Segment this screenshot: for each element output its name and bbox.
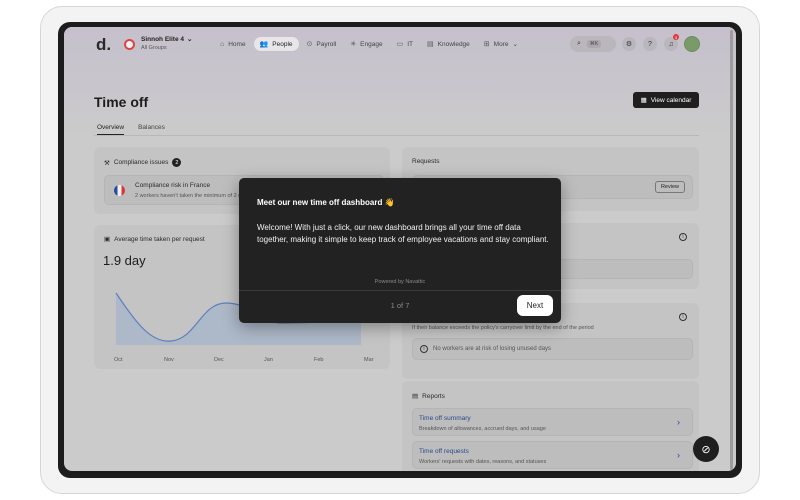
assistant-button[interactable]: ⊘ <box>693 436 719 462</box>
nav-item-people[interactable]: 👥 People <box>253 37 299 51</box>
nav-label: Payroll <box>316 40 337 48</box>
tour-step-indicator: 1 of 7 <box>390 301 410 310</box>
average-time-value: 1.9 day <box>103 253 146 268</box>
nav-item-engage[interactable]: ✳ Engage <box>344 37 388 51</box>
org-avatar <box>124 38 135 50</box>
tour-powered-by[interactable]: Powered by Navattic <box>239 279 561 285</box>
nav-label: IT <box>407 40 413 48</box>
risk-description: If their balance exceeds the policy's ca… <box>412 325 594 331</box>
next-button[interactable]: Next <box>517 295 553 316</box>
chevron-down-icon: ⌄ <box>186 36 193 43</box>
chart-tick-label: Feb <box>314 357 324 363</box>
report-title: Time off requests <box>419 448 469 455</box>
compliance-title: Compliance issues <box>113 159 169 166</box>
search-button[interactable]: ⌕ ⌘K <box>570 36 616 52</box>
report-item-requests[interactable]: Time off requests Workers' requests with… <box>412 441 693 469</box>
gavel-icon: ⚒ <box>104 159 110 167</box>
average-time-title: Average time taken per request <box>114 235 205 243</box>
info-icon[interactable]: i <box>679 313 687 321</box>
home-icon: ⌂ <box>220 40 225 48</box>
top-navigation: d. Sinnoh Elite 4 ⌄ All Groups ⌂ Home 👥 Peop… <box>64 27 736 63</box>
reports-title: Reports <box>422 392 445 400</box>
risk-empty-text: No workers are at risk of losing unused … <box>433 346 552 352</box>
org-name: Sinnoh Elite 4 <box>141 36 184 43</box>
gear-icon: ⚙ <box>625 41 633 48</box>
france-flag-icon <box>114 185 125 196</box>
page-tabs: Overview Balances <box>97 124 165 135</box>
nav-item-payroll[interactable]: ⊙ Payroll <box>301 37 343 51</box>
requests-title: Requests <box>412 158 440 165</box>
report-sub: Workers' requests with dates, reasons, a… <box>419 459 547 465</box>
nav-item-it[interactable]: ▭ IT <box>391 37 419 51</box>
review-button[interactable]: Review <box>654 181 685 193</box>
view-calendar-button[interactable]: ▦ View calendar <box>633 92 699 108</box>
report-sub: Breakdown of allowances, accrued days, a… <box>419 426 546 432</box>
payroll-icon: ⊙ <box>306 41 313 48</box>
settings-button[interactable]: ⚙ <box>622 37 636 51</box>
nav-item-knowledge[interactable]: ▤ Knowledge <box>421 37 476 51</box>
notification-count: 3 <box>673 34 679 40</box>
tab-overview[interactable]: Overview <box>97 124 125 135</box>
laptop-icon: ▭ <box>396 41 404 48</box>
compliance-count: 2 <box>172 158 182 167</box>
nav-label: People <box>272 40 293 48</box>
compliance-item-title: Compliance risk in France <box>135 182 211 189</box>
grid-icon: ⊞ <box>483 41 490 48</box>
help-button[interactable]: ? <box>643 37 657 51</box>
notifications-button[interactable]: ♫ 3 <box>664 34 679 51</box>
report-title: Time off summary <box>419 415 471 422</box>
reports-icon: ▤ <box>412 393 419 400</box>
tour-title: Meet our new time off dashboard 👋 <box>257 198 395 207</box>
tab-balances[interactable]: Balances <box>138 124 165 135</box>
user-avatar[interactable] <box>684 36 700 52</box>
chart-tick-label: Dec <box>214 357 224 363</box>
reports-card: ▤ Reports Time off summary Breakdown of … <box>402 381 699 471</box>
chart-tick-label: Oct <box>114 357 123 363</box>
tour-body: Welcome! With just a click, our new dash… <box>257 223 549 244</box>
calendar-icon: ▦ <box>640 97 647 104</box>
tour-divider <box>239 290 561 291</box>
assistant-icon: ⊘ <box>701 443 711 456</box>
org-sub: All Groups <box>141 45 167 51</box>
nav-label: Engage <box>360 40 383 48</box>
book-icon: ▤ <box>427 41 434 48</box>
report-item-summary[interactable]: Time off summary Breakdown of allowances… <box>412 408 693 436</box>
page-title: Time off <box>94 94 149 110</box>
bell-icon: ♫ <box>668 40 674 48</box>
deel-logo[interactable]: d. <box>96 35 111 55</box>
nav-label: Home <box>228 40 246 48</box>
people-icon: 👥 <box>259 41 269 48</box>
info-icon: i <box>420 345 428 353</box>
chevron-down-icon: ⌄ <box>512 41 518 48</box>
chevron-right-icon: › <box>677 417 680 427</box>
org-switcher[interactable]: Sinnoh Elite 4 ⌄ All Groups <box>124 35 192 53</box>
nav-item-more[interactable]: ⊞ More ⌄ <box>478 37 524 51</box>
main-nav: ⌂ Home 👥 People ⊙ Payroll ✳ Engage ▭ IT ▤ Knowledge… <box>214 37 524 51</box>
scrollbar[interactable] <box>730 30 733 470</box>
chart-tick-label: Jan <box>264 357 273 363</box>
view-calendar-label: View calendar <box>650 96 692 104</box>
compliance-item-sub: 2 workers haven't taken the minimum of 2… <box>135 193 241 199</box>
search-shortcut: ⌘K <box>586 40 602 48</box>
info-icon[interactable]: i <box>679 233 687 241</box>
chart-tick-label: Mar <box>364 357 374 363</box>
chevron-right-icon: › <box>677 450 680 460</box>
tour-modal: Meet our new time off dashboard 👋 Welcom… <box>239 178 561 323</box>
nav-item-home[interactable]: ⌂ Home <box>214 37 252 51</box>
tabs-divider <box>94 135 699 136</box>
search-icon: ⌕ <box>577 40 581 47</box>
chart-tick-label: Nov <box>164 357 174 363</box>
help-icon: ? <box>648 40 652 48</box>
chart-icon: ▣ <box>104 236 111 243</box>
engage-icon: ✳ <box>350 41 357 48</box>
nav-label: Knowledge <box>437 40 470 48</box>
nav-label: More <box>493 40 509 48</box>
risk-empty-state: i No workers are at risk of losing unuse… <box>412 338 693 360</box>
